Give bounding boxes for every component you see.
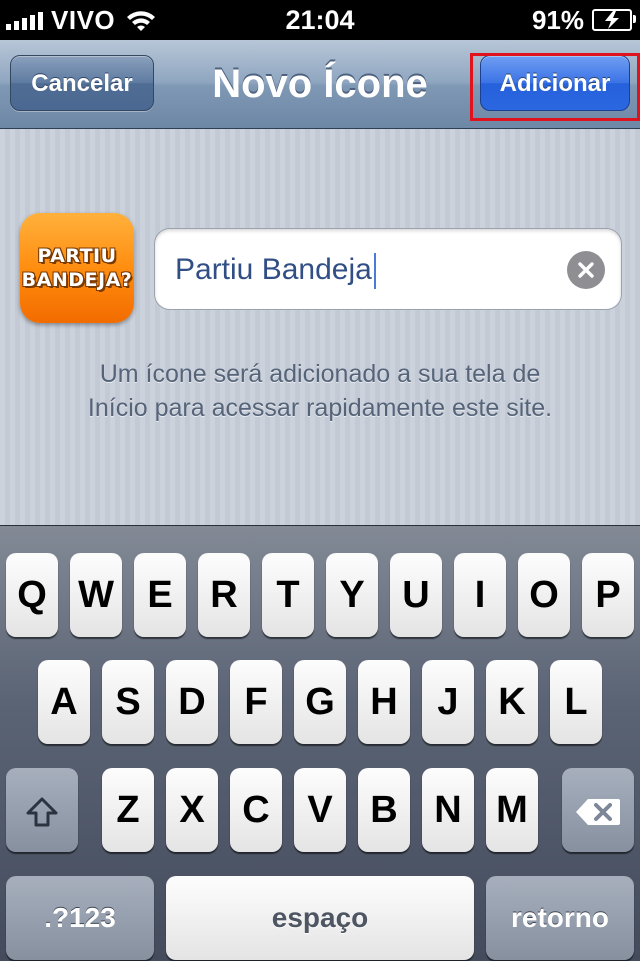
- add-icon-content: PARTIU BANDEJA? Partiu Bandeja Um ícone …: [0, 129, 640, 525]
- key-q[interactable]: Q: [6, 553, 58, 637]
- backspace-icon: [576, 798, 620, 825]
- key-o[interactable]: O: [518, 553, 570, 637]
- key-t[interactable]: T: [262, 553, 314, 637]
- key-n[interactable]: N: [422, 768, 474, 852]
- key-y[interactable]: Y: [326, 553, 378, 637]
- status-right: 91%: [531, 4, 636, 36]
- return-key[interactable]: retorno: [486, 876, 634, 960]
- hint-text: Um ícone será adicionado a sua tela de I…: [20, 357, 620, 425]
- hint-line-2: Início para acessar rapidamente este sit…: [87, 394, 553, 422]
- key-u[interactable]: U: [390, 553, 442, 637]
- battery-percentage: 91%: [531, 4, 584, 35]
- shift-key[interactable]: [6, 768, 78, 852]
- key-e[interactable]: E: [134, 553, 186, 637]
- key-m[interactable]: M: [486, 768, 538, 852]
- key-g[interactable]: G: [294, 660, 346, 744]
- key-c[interactable]: C: [230, 768, 282, 852]
- key-d[interactable]: D: [166, 660, 218, 744]
- app-icon-text-line1: PARTIU: [37, 245, 117, 267]
- app-icon-text-line2: BANDEJA?: [21, 269, 133, 291]
- backspace-key[interactable]: [562, 768, 634, 852]
- key-a[interactable]: A: [38, 660, 90, 744]
- icon-name-field[interactable]: Partiu Bandeja: [154, 228, 622, 310]
- add-button-highlight-box: [470, 53, 640, 121]
- key-i[interactable]: I: [454, 553, 506, 637]
- key-f[interactable]: F: [230, 660, 282, 744]
- key-l[interactable]: L: [550, 660, 602, 744]
- key-b[interactable]: B: [358, 768, 410, 852]
- hint-line-1: Um ícone será adicionado a sua tela de: [99, 360, 541, 388]
- onscreen-keyboard: Q W E R T Y U I O P A S D F G H J K L Z …: [0, 525, 640, 961]
- key-r[interactable]: R: [198, 553, 250, 637]
- space-key[interactable]: espaço: [166, 876, 474, 960]
- key-w[interactable]: W: [70, 553, 122, 637]
- key-v[interactable]: V: [294, 768, 346, 852]
- battery-charging-icon: [592, 9, 636, 31]
- numbers-key[interactable]: .?123: [6, 876, 154, 960]
- app-icon-preview: PARTIU BANDEJA?: [20, 213, 134, 323]
- key-j[interactable]: J: [422, 660, 474, 744]
- status-bar: VIVO 21:04 91%: [0, 0, 640, 40]
- clear-text-button[interactable]: [567, 251, 605, 289]
- key-z[interactable]: Z: [102, 768, 154, 852]
- shift-arrow-icon: [26, 797, 58, 827]
- icon-name-value[interactable]: Partiu Bandeja: [175, 229, 376, 311]
- key-x[interactable]: X: [166, 768, 218, 852]
- clear-x-icon: [578, 262, 594, 278]
- text-cursor: [373, 253, 376, 290]
- key-s[interactable]: S: [102, 660, 154, 744]
- key-p[interactable]: P: [582, 553, 634, 637]
- key-k[interactable]: K: [486, 660, 538, 744]
- key-h[interactable]: H: [358, 660, 410, 744]
